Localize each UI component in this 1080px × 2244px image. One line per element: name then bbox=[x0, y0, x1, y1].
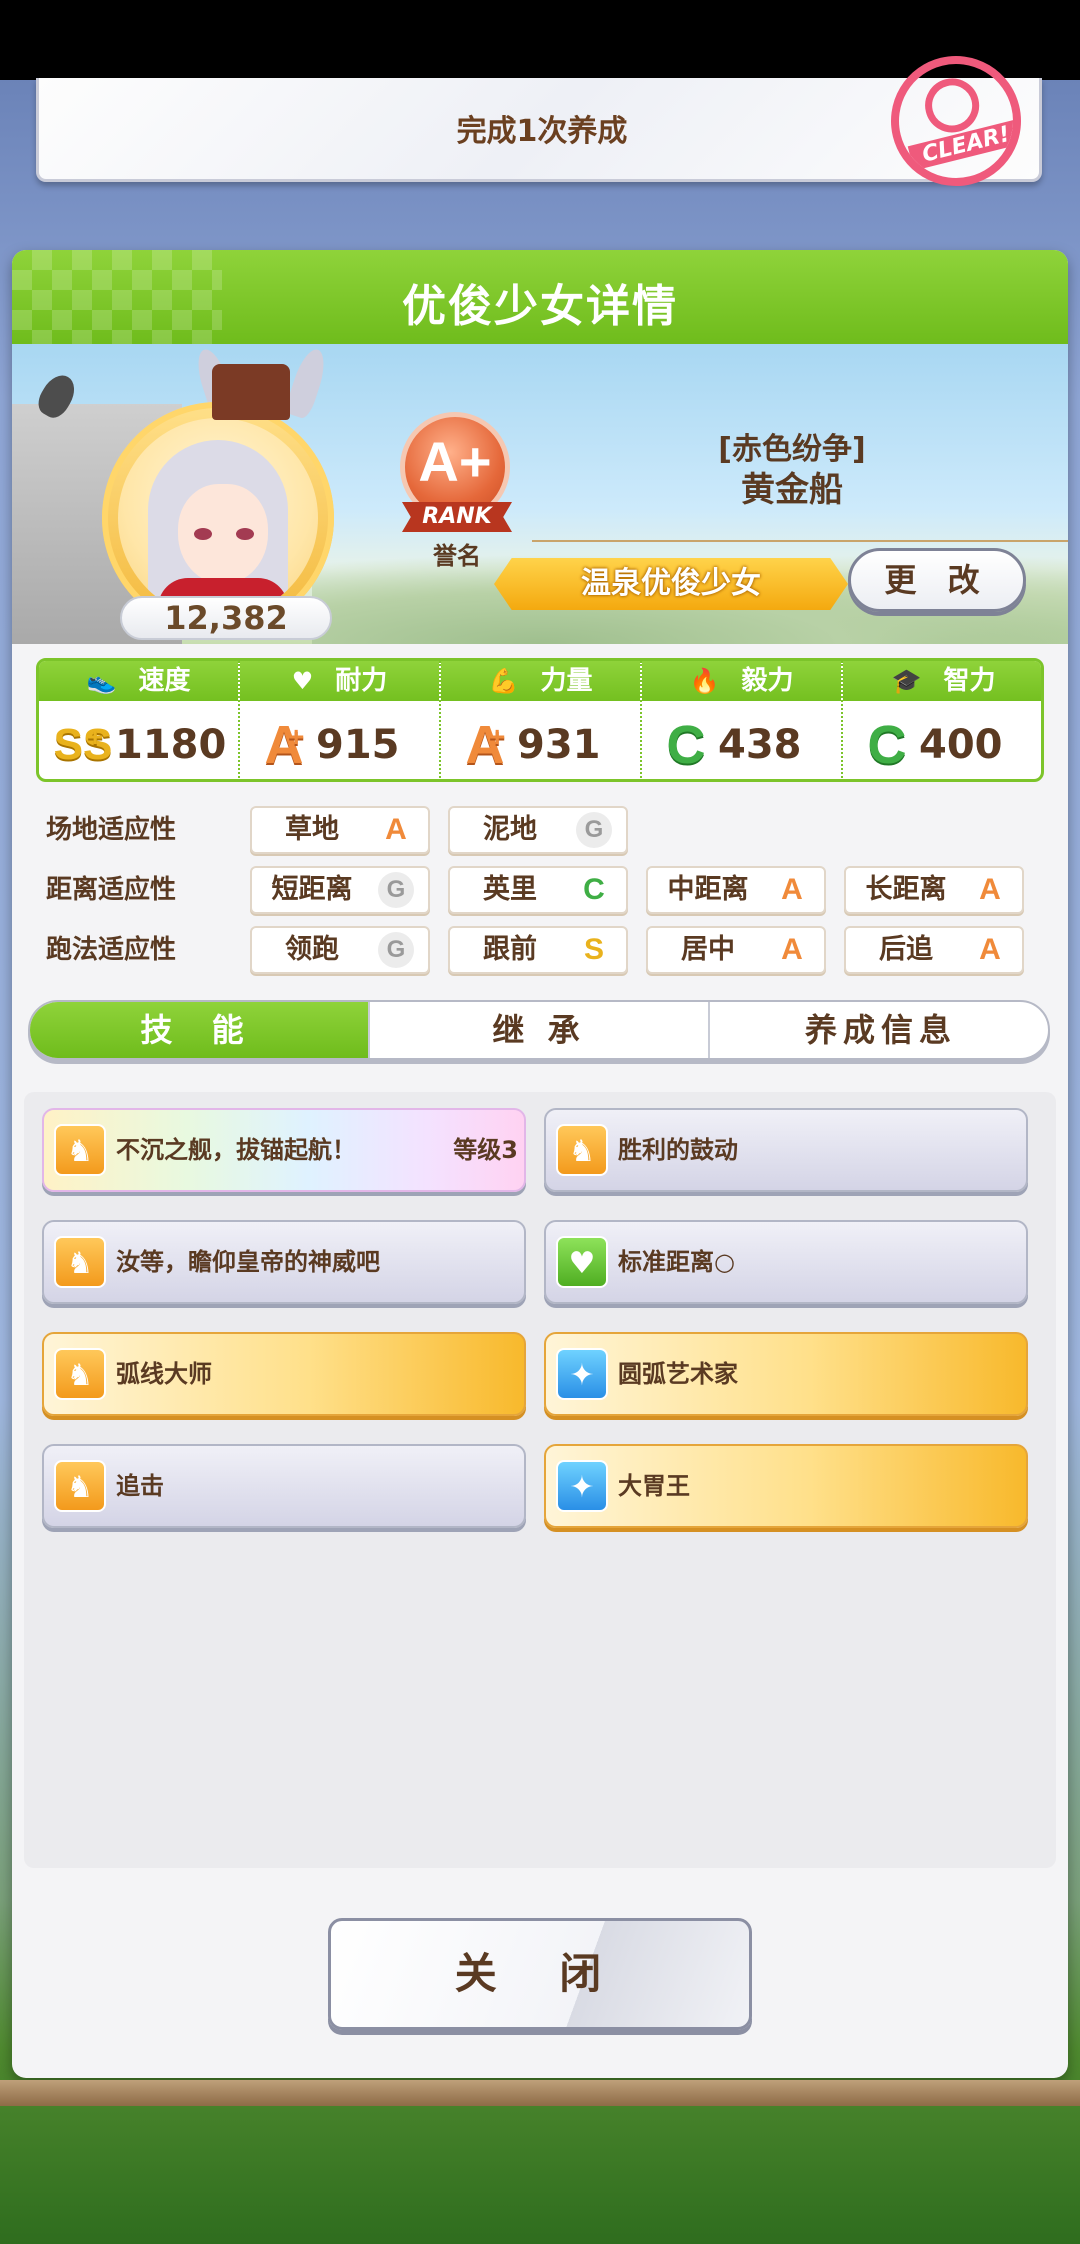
stat-grade: A + bbox=[465, 715, 506, 775]
tab-training-info[interactable]: 养成信息 bbox=[710, 1002, 1048, 1058]
horse-icon: ♞ bbox=[556, 1124, 608, 1176]
skill-name: 弧线大师 bbox=[116, 1360, 212, 1388]
stat-value: 915 bbox=[316, 722, 400, 768]
character-banner: 12,382 A+ RANK 誉名 [赤色纷争] 黄金船 温泉优俊少女 更 改 bbox=[12, 344, 1068, 644]
aptitude-chip: 长距离 A bbox=[844, 866, 1024, 914]
stat-power: 💪 力量 A + 931 bbox=[441, 661, 642, 779]
stat-grade: C bbox=[867, 715, 907, 775]
stat-label: 力量 bbox=[540, 666, 593, 696]
skill-name: 大胃王 bbox=[618, 1472, 690, 1500]
skill-item[interactable]: ♞ 追击 bbox=[42, 1444, 526, 1528]
stat-stamina: ♥ 耐力 A + 915 bbox=[240, 661, 441, 779]
aptitude-chip: 中距离 A bbox=[646, 866, 826, 914]
skill-item[interactable]: ✦ 圆弧艺术家 bbox=[544, 1332, 1028, 1416]
skill-item[interactable]: ♥ 标准距离○ bbox=[544, 1220, 1028, 1304]
skill-item[interactable]: ♞ 弧线大师 bbox=[42, 1332, 526, 1416]
change-title-button[interactable]: 更 改 bbox=[848, 548, 1026, 612]
character-name: 黄金船 bbox=[741, 470, 843, 510]
skill-name: 不沉之舰，拔锚起航！ bbox=[116, 1136, 356, 1164]
flame-icon: 🔥 bbox=[689, 667, 720, 695]
horse-icon: ♞ bbox=[54, 1236, 106, 1288]
heart-icon: ♥ bbox=[291, 667, 314, 695]
uma-detail-panel: 优俊少女详情 12,382 A+ RANK 誉名 [赤色纷争] 黄金船 温泉优俊… bbox=[12, 250, 1068, 2078]
title-badge: 温泉优俊少女 bbox=[494, 558, 848, 610]
rank-label: 誉名 bbox=[433, 542, 481, 570]
stat-speed: 👟 速度 SS + 1180 bbox=[39, 661, 240, 779]
background-fence bbox=[0, 2080, 1080, 2106]
aptitude-chip: 草地 A bbox=[250, 806, 430, 854]
rank-ribbon: RANK bbox=[402, 502, 512, 532]
skill-name: 圆弧艺术家 bbox=[618, 1360, 738, 1388]
stat-label: 耐力 bbox=[335, 666, 388, 696]
evaluation-score: 12,382 bbox=[120, 596, 332, 640]
skill-item[interactable]: ✦ 大胃王 bbox=[544, 1444, 1028, 1528]
aptitude-chip: 短距离 G bbox=[250, 866, 430, 914]
character-hat bbox=[212, 364, 290, 420]
skill-name: 胜利的鼓动 bbox=[618, 1136, 738, 1164]
aptitude-label: 距离适应性 bbox=[46, 875, 177, 905]
horse-icon: ♞ bbox=[54, 1460, 106, 1512]
title-divider bbox=[532, 540, 1068, 542]
heart-icon: ♥ bbox=[556, 1236, 608, 1288]
detail-tabs: 技 能 继 承 养成信息 bbox=[28, 1000, 1050, 1060]
panel-title: 优俊少女详情 bbox=[402, 281, 678, 332]
skill-item[interactable]: ♞ 胜利的鼓动 bbox=[544, 1108, 1028, 1192]
stat-value: 400 bbox=[919, 722, 1003, 768]
stat-value: 438 bbox=[718, 722, 802, 768]
aptitude-label: 跑法适应性 bbox=[46, 935, 177, 965]
panel-header: 优俊少女详情 bbox=[12, 250, 1068, 344]
skill-name: 标准距离○ bbox=[618, 1248, 735, 1276]
stat-label: 智力 bbox=[943, 666, 996, 696]
skill-name: 汝等，瞻仰皇帝的神威吧 bbox=[116, 1248, 380, 1276]
horse-icon: ♞ bbox=[54, 1348, 106, 1400]
shoe-icon: 👟 bbox=[86, 667, 117, 695]
skill-item[interactable]: ♞ 不沉之舰，拔锚起航！ 等级3 bbox=[42, 1108, 526, 1192]
stat-value: 1180 bbox=[115, 722, 227, 768]
stat-label: 速度 bbox=[138, 666, 191, 696]
distance-aptitude-row: 距离适应性 短距离 G 英里 C 中距离 A 长距离 A bbox=[36, 866, 1046, 914]
aptitude-chip: 跟前 S bbox=[448, 926, 628, 974]
aptitude-label: 场地适应性 bbox=[46, 815, 177, 845]
horse-ear-right bbox=[283, 345, 331, 421]
aptitude-chip: 后追 A bbox=[844, 926, 1024, 974]
sparkle-icon: ✦ bbox=[556, 1460, 608, 1512]
graduation-cap-icon: 🎓 bbox=[891, 667, 922, 695]
skills-list: ♞ 不沉之舰，拔锚起航！ 等级3 ♞ 胜利的鼓动 ♞ 汝等，瞻仰皇帝的神威吧 ♥… bbox=[24, 1092, 1056, 1868]
style-aptitude-row: 跑法适应性 领跑 G 跟前 S 居中 A 后追 A bbox=[36, 926, 1046, 974]
skill-level: 等级3 bbox=[453, 1136, 518, 1164]
stat-guts: 🔥 毅力 C 438 bbox=[642, 661, 843, 779]
aptitude-chip: 居中 A bbox=[646, 926, 826, 974]
muscle-icon: 💪 bbox=[488, 667, 519, 695]
stats-table: 👟 速度 SS + 1180 ♥ 耐力 A + 915 💪 力量 A + 931 🔥 毅力 C bbox=[36, 658, 1044, 782]
aptitude-chip: 泥地 G bbox=[448, 806, 628, 854]
field-aptitude-row: 场地适应性 草地 A 泥地 G bbox=[36, 806, 1046, 854]
horse-icon: ♞ bbox=[54, 1124, 106, 1176]
tab-inheritance[interactable]: 继 承 bbox=[370, 1002, 710, 1058]
stat-grade: C bbox=[666, 715, 706, 775]
sparkle-icon: ✦ bbox=[556, 1348, 608, 1400]
stat-grade: SS + bbox=[53, 720, 113, 769]
aptitude-chip: 领跑 G bbox=[250, 926, 430, 974]
aptitude-chip: 英里 C bbox=[448, 866, 628, 914]
skill-item[interactable]: ♞ 汝等，瞻仰皇帝的神威吧 bbox=[42, 1220, 526, 1304]
mission-banner: 完成1次养成 CLEAR! bbox=[36, 42, 1042, 200]
rank-grade: A+ bbox=[418, 430, 492, 493]
stat-value: 931 bbox=[517, 722, 601, 768]
close-button[interactable]: 关 闭 bbox=[328, 1918, 752, 2030]
skill-name: 追击 bbox=[116, 1472, 164, 1500]
stat-grade: A + bbox=[264, 715, 305, 775]
tab-skills[interactable]: 技 能 bbox=[30, 1002, 370, 1058]
stat-label: 毅力 bbox=[741, 666, 794, 696]
stat-wisdom: 🎓 智力 C 400 bbox=[843, 661, 1041, 779]
